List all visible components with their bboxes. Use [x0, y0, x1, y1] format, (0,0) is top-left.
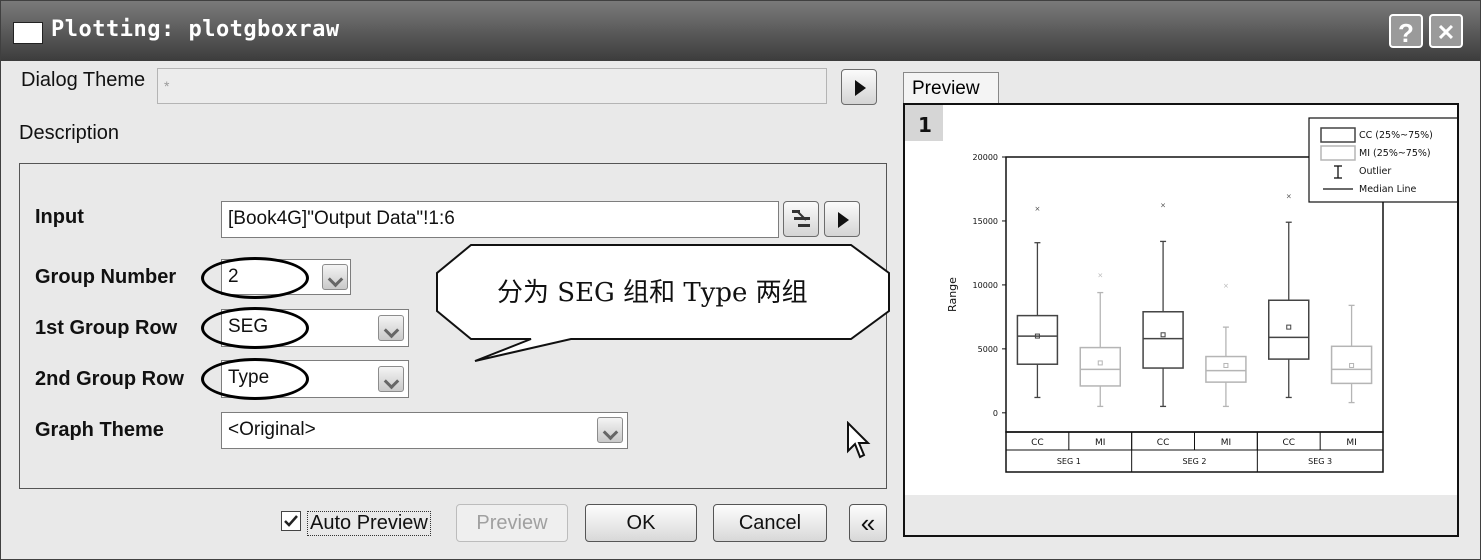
legend-swatch-cc — [1320, 127, 1356, 143]
window-icon — [13, 22, 43, 44]
outlier-point: × — [1034, 205, 1040, 213]
outlier-point: × — [1160, 201, 1166, 209]
outlier-point: × — [1223, 282, 1229, 290]
box — [1268, 299, 1310, 360]
checkmark-icon — [284, 515, 298, 527]
graph-theme-label: Graph Theme — [35, 419, 164, 441]
tab-preview[interactable]: Preview — [903, 72, 999, 104]
x-label-group: SEG 2 — [1183, 457, 1207, 466]
callout-text: 分为 SEG 组和 Type 两组 — [497, 278, 808, 308]
legend-swatch-mi — [1320, 145, 1356, 161]
x-label-type: MI — [1221, 438, 1231, 448]
dialog-theme-field[interactable]: * — [157, 68, 827, 104]
outlier-point: × — [1286, 192, 1292, 200]
input-menu-button[interactable] — [824, 201, 860, 237]
x-label-type: CC — [1031, 438, 1044, 448]
legend-entry: CC (25%~75%) — [1359, 130, 1433, 141]
y-tick-label: 5000 — [978, 345, 998, 354]
y-tick-label: 10000 — [973, 281, 998, 290]
second-group-row-label: 2nd Group Row — [35, 368, 184, 390]
x-label-type: CC — [1157, 438, 1170, 448]
preview-panel: 1 0 5000 10000 15000 20000 Range × × × × × CC MI CC MI C… — [903, 103, 1459, 537]
collapse-button[interactable]: « — [849, 504, 887, 542]
box — [1079, 346, 1121, 387]
group-number-label: Group Number — [35, 266, 177, 288]
chevron-down-icon[interactable] — [378, 315, 404, 341]
page-margin — [905, 495, 1457, 535]
y-tick-label: 0 — [993, 409, 998, 418]
box — [1016, 314, 1059, 365]
range-select-icon — [792, 210, 810, 227]
help-button[interactable]: ? — [1389, 14, 1423, 48]
x-label-group: SEG 3 — [1308, 457, 1332, 466]
plotting-dialog: Plotting: plotgboxraw ? ✕ Dialog Theme *… — [0, 0, 1481, 560]
highlight-ellipse — [201, 257, 309, 299]
y-tick-label: 20000 — [973, 153, 998, 162]
dialog-theme-menu-button[interactable] — [841, 69, 877, 105]
cancel-button[interactable]: Cancel — [713, 504, 827, 542]
triangle-right-icon — [855, 80, 866, 96]
dialog-theme-label: Dialog Theme — [21, 69, 146, 91]
chevron-down-icon[interactable] — [322, 264, 348, 290]
window-title: Plotting: plotgboxraw — [51, 17, 340, 42]
chevron-down-icon[interactable] — [597, 417, 623, 443]
x-label-type: CC — [1282, 438, 1295, 448]
auto-preview-checkbox[interactable] — [281, 511, 301, 531]
chevron-down-icon[interactable] — [378, 366, 404, 392]
box — [1330, 345, 1373, 385]
highlight-ellipse — [201, 358, 309, 400]
legend-entry: Median Line — [1359, 184, 1417, 195]
legend-entry: Outlier — [1359, 166, 1391, 177]
ok-button[interactable]: OK — [585, 504, 697, 542]
x-label-type: MI — [1095, 438, 1105, 448]
x-label-group: SEG 1 — [1057, 457, 1081, 466]
description-label: Description — [19, 122, 120, 144]
legend-entry: MI (25%~75%) — [1359, 148, 1431, 159]
select-range-button[interactable] — [783, 201, 819, 237]
input-label: Input — [35, 206, 84, 228]
triangle-right-icon — [838, 212, 849, 228]
x-label-type: MI — [1346, 438, 1356, 448]
outlier-point: × — [1097, 272, 1103, 280]
highlight-ellipse — [201, 307, 309, 349]
preview-button[interactable]: Preview — [456, 504, 568, 542]
layer-number: 1 — [918, 113, 932, 137]
first-group-row-label: 1st Group Row — [35, 317, 178, 339]
title-bar[interactable]: Plotting: plotgboxraw ? ✕ — [1, 1, 1480, 61]
auto-preview-label[interactable]: Auto Preview — [307, 511, 431, 536]
y-tick-label: 15000 — [973, 217, 998, 226]
input-range-field[interactable]: [Book4G]"Output Data"!1:6 — [221, 201, 779, 238]
y-axis-label: Range — [946, 277, 959, 312]
mouse-pointer-icon — [847, 421, 871, 459]
box — [1142, 311, 1184, 369]
graph-theme-select[interactable]: <Original> — [221, 412, 628, 449]
box-chart: 1 0 5000 10000 15000 20000 Range × × × × × CC MI CC MI C… — [905, 105, 1457, 535]
box — [1205, 355, 1247, 383]
close-button[interactable]: ✕ — [1429, 14, 1463, 48]
